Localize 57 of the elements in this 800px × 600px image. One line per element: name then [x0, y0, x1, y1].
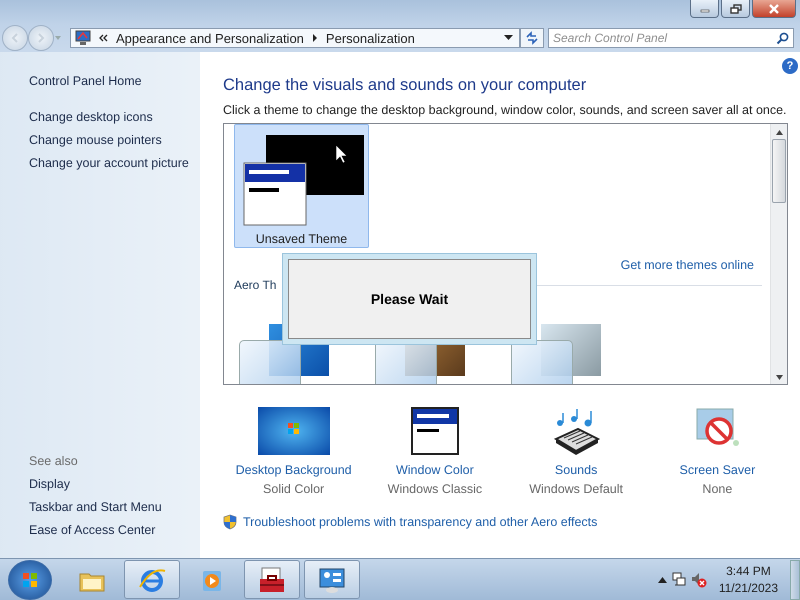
taskbar-button[interactable] [244, 560, 300, 599]
setting-value: None [702, 482, 732, 496]
description-text: Click a theme to change the desktop background, window color, sounds, and screen saver all at once. [223, 103, 788, 117]
taskbar-button[interactable] [304, 560, 360, 599]
setting-value: Windows Default [529, 482, 624, 496]
scrollbar[interactable] [770, 124, 787, 384]
sidebar-link[interactable]: Ease of Access Center [29, 519, 156, 542]
clock-time: 3:44 PM [726, 562, 771, 580]
window-color-icon[interactable] [410, 407, 459, 455]
search-icon [776, 32, 789, 45]
refresh-icon [524, 31, 540, 45]
address-bar[interactable]: Appearance and Personalization Personalization [70, 28, 520, 48]
restore-button[interactable] [721, 0, 750, 18]
troubleshoot-link[interactable]: Troubleshoot problems with transparency and other Aero effects [243, 515, 598, 529]
sidebar-link[interactable]: Display [29, 473, 70, 496]
minimize-button[interactable] [690, 0, 719, 18]
sidebar-link[interactable]: Taskbar and Start Menu [29, 496, 162, 519]
refresh-button[interactable] [520, 28, 544, 48]
theme-tile[interactable]: Unsaved Theme [234, 124, 369, 248]
network-icon[interactable] [670, 572, 687, 588]
breadcrumb[interactable]: Appearance and Personalization [116, 30, 304, 46]
setting-link[interactable]: Desktop Background [236, 463, 352, 477]
section-label: Aero Th [234, 278, 276, 292]
scroll-thumb[interactable] [772, 139, 786, 203]
help-button[interactable]: ? [782, 58, 798, 74]
setting-link[interactable]: Screen Saver [680, 463, 756, 477]
setting-value: Solid Color [263, 482, 324, 496]
search-field[interactable]: Search Control Panel [548, 28, 794, 48]
close-button[interactable] [752, 0, 796, 18]
start-button[interactable] [8, 560, 52, 600]
sidebar-link[interactable]: Change your account picture [29, 152, 189, 175]
close-icon [768, 4, 780, 14]
sidebar-link[interactable]: Change mouse pointers [29, 129, 162, 152]
monitor-icon [75, 30, 91, 46]
shield-icon [223, 514, 237, 530]
desktop-background-icon[interactable] [258, 407, 330, 455]
get-more-themes-link[interactable]: Get more themes online [620, 258, 754, 272]
setting-link[interactable]: Window Color [396, 463, 474, 477]
breadcrumb[interactable]: Personalization [326, 30, 415, 46]
restore-icon [730, 4, 742, 14]
breadcrumb-arrow-icon [312, 34, 318, 42]
speaker-muted-icon[interactable] [690, 572, 707, 588]
page-title: Change the visuals and sounds on your computer [223, 76, 588, 95]
clock[interactable]: 3:44 PM 11/21/2023 [710, 562, 786, 596]
dialog-message: Please Wait [370, 291, 448, 307]
sidebar-link[interactable]: Change desktop icons [29, 106, 153, 129]
see-also-label: See also [29, 453, 79, 470]
setting-value: Windows Classic [388, 482, 482, 496]
scroll-down-icon[interactable] [776, 375, 782, 380]
sidebar-link[interactable]: Control Panel Home [29, 70, 142, 93]
dropdown-caret-icon[interactable] [504, 35, 513, 41]
scroll-up-icon[interactable] [776, 130, 782, 135]
show-hidden-icons-icon[interactable] [658, 576, 667, 582]
clock-date: 11/21/2023 [718, 580, 778, 596]
windows-logo-icon [22, 572, 38, 588]
setting-link[interactable]: Sounds [554, 463, 598, 477]
toolbox-icon [257, 564, 287, 594]
